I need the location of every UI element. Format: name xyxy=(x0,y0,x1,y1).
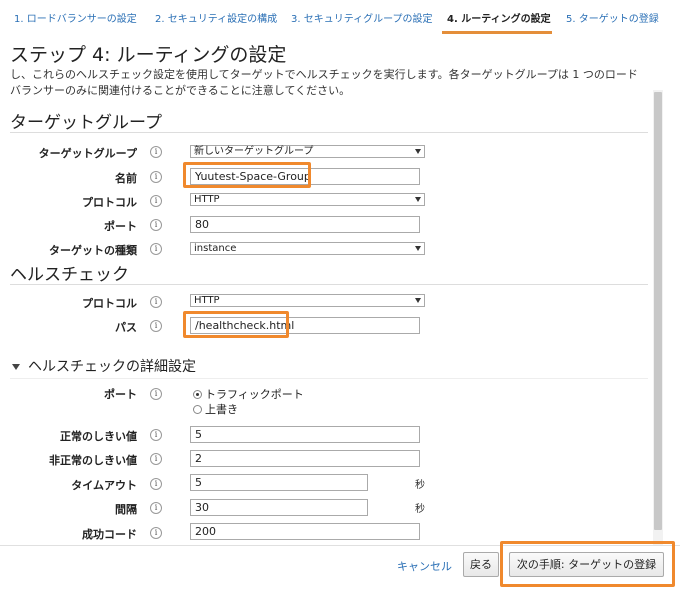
path-label: パス xyxy=(115,321,137,334)
timeout-unit: 秒 xyxy=(415,480,425,491)
protocol-label: プロトコル xyxy=(82,196,137,209)
port-option-traffic-label: トラフィックポート xyxy=(205,388,304,401)
port-option-override-label: 上書き xyxy=(205,403,238,416)
protocol-select-value: HTTP xyxy=(194,194,220,205)
unhealthy-threshold-label: 非正常のしきい値 xyxy=(49,454,137,467)
timeout-input[interactable]: 5 xyxy=(190,474,368,491)
advanced-title: ヘルスチェックの詳細設定 xyxy=(28,359,196,375)
info-icon[interactable]: i xyxy=(150,296,162,308)
info-icon[interactable]: i xyxy=(150,527,162,539)
next-button-highlight-box xyxy=(500,541,675,587)
target-group-select[interactable]: 新しいターゲットグループ xyxy=(190,145,425,158)
page-description: し、これらのヘルスチェック設定を使用してターゲットでヘルスチェックを実行します。… xyxy=(10,68,638,97)
info-icon[interactable]: i xyxy=(150,171,162,183)
step-2-tab[interactable]: 2. セキュリティ設定の構成 xyxy=(155,10,277,25)
target-type-label: ターゲットの種類 xyxy=(49,244,137,257)
target-type-select-value: instance xyxy=(194,243,237,254)
info-icon[interactable]: i xyxy=(150,429,162,441)
timeout-label: タイムアウト xyxy=(71,479,137,492)
advanced-health-check-toggle[interactable]: ヘルスチェックの詳細設定 xyxy=(12,356,196,376)
hc-protocol-select[interactable]: HTTP xyxy=(190,294,425,307)
triangle-down-icon xyxy=(12,364,20,370)
path-highlight-box xyxy=(183,311,289,338)
healthy-threshold-input[interactable]: 5 xyxy=(190,426,420,443)
radio-selected-icon[interactable] xyxy=(193,389,202,399)
divider xyxy=(10,378,648,379)
chevron-down-icon xyxy=(415,298,421,303)
info-icon[interactable]: i xyxy=(150,219,162,231)
info-icon[interactable]: i xyxy=(150,195,162,207)
info-icon[interactable]: i xyxy=(150,478,162,490)
hc-protocol-label: プロトコル xyxy=(82,297,137,310)
port-option-traffic[interactable]: トラフィックポート xyxy=(193,386,304,402)
name-highlight-box xyxy=(183,162,311,188)
target-group-label: ターゲットグループ xyxy=(38,147,137,160)
cancel-link[interactable]: キャンセル xyxy=(397,558,452,574)
success-code-label: 成功コード xyxy=(82,528,137,541)
hc-protocol-select-value: HTTP xyxy=(194,295,220,306)
step-1-tab[interactable]: 1. ロードバランサーの設定 xyxy=(14,10,137,25)
interval-label: 間隔 xyxy=(115,503,137,516)
chevron-down-icon xyxy=(415,149,421,154)
chevron-down-icon xyxy=(415,246,421,251)
adv-port-label: ポート xyxy=(104,388,137,401)
port-option-override[interactable]: 上書き xyxy=(193,401,238,417)
target-group-section-title: ターゲットグループ xyxy=(10,113,162,133)
healthy-threshold-label: 正常のしきい値 xyxy=(60,430,137,443)
active-step-indicator xyxy=(442,31,552,34)
radio-unselected-icon[interactable] xyxy=(193,404,202,414)
divider xyxy=(10,284,648,285)
port-input[interactable]: 80 xyxy=(190,216,420,233)
divider xyxy=(10,132,648,133)
success-code-input[interactable]: 200 xyxy=(190,523,420,540)
info-icon[interactable]: i xyxy=(150,502,162,514)
back-button[interactable]: 戻る xyxy=(463,552,499,577)
target-type-select[interactable]: instance xyxy=(190,242,425,255)
info-icon[interactable]: i xyxy=(150,453,162,465)
unhealthy-threshold-input[interactable]: 2 xyxy=(190,450,420,467)
protocol-select[interactable]: HTTP xyxy=(190,193,425,206)
page-title: ステップ 4: ルーティングの設定 xyxy=(10,44,287,66)
name-label: 名前 xyxy=(115,172,137,185)
target-group-select-value: 新しいターゲットグループ xyxy=(194,146,314,157)
step-5-tab[interactable]: 5. ターゲットの登録 xyxy=(566,10,659,25)
port-label: ポート xyxy=(104,220,137,233)
info-icon[interactable]: i xyxy=(150,146,162,158)
info-icon[interactable]: i xyxy=(150,243,162,255)
interval-unit: 秒 xyxy=(415,504,425,515)
step-3-tab[interactable]: 3. セキュリティグループの設定 xyxy=(291,10,433,25)
interval-input[interactable]: 30 xyxy=(190,499,368,516)
health-check-section-title: ヘルスチェック xyxy=(10,265,129,285)
scrollbar-thumb[interactable] xyxy=(654,92,662,530)
info-icon[interactable]: i xyxy=(150,388,162,400)
info-icon[interactable]: i xyxy=(150,320,162,332)
chevron-down-icon xyxy=(415,197,421,202)
step-4-tab[interactable]: 4. ルーティングの設定 xyxy=(447,10,551,25)
